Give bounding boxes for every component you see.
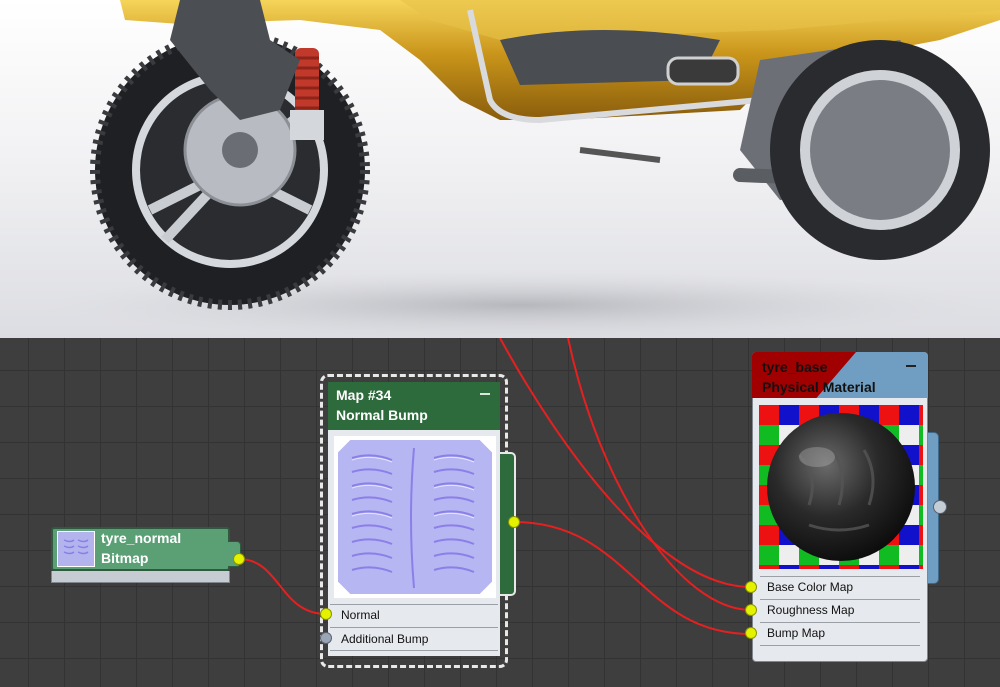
bump-map-label: Bump Map xyxy=(767,626,826,640)
material-node-minimize-button[interactable] xyxy=(906,365,916,367)
bitmap-node[interactable]: tyre_normal Bitmap xyxy=(51,527,245,589)
material-node-type: Physical Material xyxy=(762,379,876,395)
bump-node-minimize-button[interactable] xyxy=(480,393,490,395)
bitmap-node-name: tyre_normal xyxy=(101,530,182,546)
base-color-map-label: Base Color Map xyxy=(767,580,854,594)
bump-node-type: Normal Bump xyxy=(336,407,428,423)
material-node-name: tyre_base xyxy=(762,359,828,375)
material-sphere-preview xyxy=(759,405,923,569)
scooter-render xyxy=(50,0,1000,338)
wire-to-basecolor xyxy=(499,338,752,588)
normal-bump-node[interactable]: Map #34 Normal Bump Normal Additional Bu… xyxy=(320,374,520,668)
physical-material-node[interactable]: tyre_base Physical Material Base Color M… xyxy=(745,352,947,662)
base-color-map-port[interactable] xyxy=(745,581,757,593)
bitmap-thumbnail xyxy=(57,531,95,567)
viewport-3d[interactable] xyxy=(0,0,1000,338)
material-output-port[interactable] xyxy=(933,500,947,514)
node-editor-canvas[interactable]: tyre_normal Bitmap Map #34 Normal Bump N… xyxy=(0,338,1000,687)
bump-map-port[interactable] xyxy=(745,627,757,639)
normal-input-port[interactable] xyxy=(320,608,332,620)
bump-node-preview xyxy=(334,436,496,598)
bitmap-node-footer xyxy=(51,571,230,583)
bump-output-port[interactable] xyxy=(508,516,520,528)
wire-to-roughness xyxy=(567,338,752,611)
roughness-map-label: Roughness Map xyxy=(767,603,855,617)
bump-node-name: Map #34 xyxy=(336,387,392,403)
bitmap-output-port[interactable] xyxy=(233,553,245,565)
normal-map-preview-icon xyxy=(63,539,89,555)
additional-bump-input-port[interactable] xyxy=(320,632,332,644)
wire-bitmap-to-normal xyxy=(238,558,327,615)
bitmap-node-type: Bitmap xyxy=(101,550,149,566)
additional-bump-input-label: Additional Bump xyxy=(341,632,429,646)
normal-input-label: Normal xyxy=(341,608,380,622)
wire-bump-to-bumpmap xyxy=(513,521,752,635)
tyre-tread-normal-icon xyxy=(351,447,475,589)
roughness-map-port[interactable] xyxy=(745,604,757,616)
material-preview xyxy=(759,405,923,569)
